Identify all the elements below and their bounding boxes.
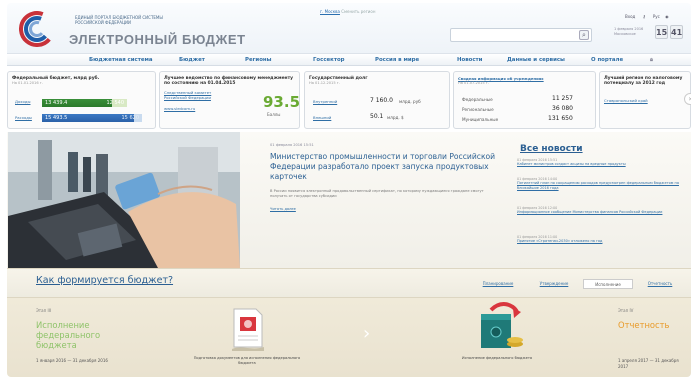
income-value: 13 439.4	[45, 100, 68, 106]
tab-planning[interactable]: Планирование	[473, 279, 523, 289]
tab-execution[interactable]: Исполнение	[583, 279, 633, 289]
treasury-safe-icon[interactable]	[467, 300, 527, 354]
expense-plan: 15 620	[121, 115, 140, 121]
income-bar: 13 439.4 12 540	[42, 99, 127, 107]
next-arrow-icon[interactable]: ›	[684, 93, 691, 105]
region-selector: г. Москва Сменить регион	[320, 9, 375, 14]
date-line-1: 1 февраля 2016	[614, 27, 644, 31]
institutions-row-value: 11 257	[552, 95, 573, 102]
stage-right-date: 1 апреля 2017 — 31 декабря 2017	[618, 358, 679, 369]
document-icon[interactable]	[222, 303, 272, 353]
news-item-title[interactable]: Принятие «Стратегии-2030» отложено на го…	[517, 239, 691, 244]
stage-exec-caption: Исполнение федерального бюджета	[461, 356, 533, 360]
nav-item-data-services[interactable]: Данные и сервисы	[507, 57, 565, 63]
main-news-headline[interactable]: Министерство промышленности и торговли Р…	[270, 152, 500, 182]
search-icon[interactable]: ⌕	[579, 30, 589, 40]
debt-inner-value: 7 160.0	[370, 97, 393, 104]
nav-item-news[interactable]: Новости	[457, 57, 482, 63]
portal-line-2: РОССИЙСКОЙ ФЕДЕРАЦИИ	[75, 20, 132, 25]
stage-right-name[interactable]: Отчетность	[618, 320, 669, 330]
debt-outer-value: 50.1	[370, 113, 384, 120]
news-item[interactable]: 01 февраля 2016 14:00 Пятилетний план по…	[517, 177, 691, 190]
nav-item-budget[interactable]: Бюджет	[179, 57, 205, 63]
news-item[interactable]: 01 февраля 2016 11:00 Принятие «Стратеги…	[517, 235, 691, 244]
institutions-row-value: 131 650	[548, 115, 573, 122]
debt-outer-unit: млрд. $	[387, 115, 404, 120]
stage-left-date: 1 января 2016 — 31 декабря 2016	[36, 358, 108, 363]
finmgmt-score: 93.5	[263, 93, 301, 111]
budget-process-bar: Как формируется бюджет? Планирование Утв…	[7, 268, 691, 298]
news-item[interactable]: 01 февраля 2016 15:51 Кабинет министров …	[517, 158, 691, 167]
debt-inner-link[interactable]: Внутренний	[313, 99, 337, 104]
debt-outer-link[interactable]: Внешний	[313, 115, 331, 120]
finmgmt-title: Лучшее ведомство по финансовому менеджме…	[164, 76, 293, 86]
budget-stages: Этап III Исполнение федерального бюджета…	[7, 298, 691, 377]
nav-item-about[interactable]: О портале	[591, 57, 623, 63]
header: ЕДИНЫЙ ПОРТАЛ БЮДЖЕТНОЙ СИСТЕМЫ РОССИЙСК…	[7, 3, 691, 53]
stage-doc-caption: Подготовка документов для исполнения фед…	[193, 356, 301, 365]
debt-inner-unit: млрд. руб	[399, 99, 421, 104]
tax-title: Лучший регион по налоговому потенциалу з…	[604, 76, 683, 86]
news-photo[interactable]	[8, 132, 240, 268]
institutions-date: На 01.07.2015 г.	[458, 81, 489, 85]
main-nav: Бюджетная система Бюджет Регионы Госсект…	[7, 53, 691, 66]
institutions-row-value: 36 080	[552, 105, 573, 112]
income-plan: 12 540	[106, 100, 125, 106]
institutions-row-label: Муниципальные	[462, 117, 499, 122]
nav-item-budget-system[interactable]: Бюджетная система	[89, 57, 153, 63]
payment-terminal-image	[8, 132, 240, 268]
key-icon[interactable]: ⚷	[643, 14, 646, 19]
lock-icon[interactable]: 🔒︎	[650, 57, 653, 64]
accessibility-icon[interactable]: ◉	[665, 14, 669, 19]
date-block: 1 февраля 2016 Московское	[614, 27, 643, 36]
portal-subtitle: ЕДИНЫЙ ПОРТАЛ БЮДЖЕТНОЙ СИСТЕМЫ РОССИЙСК…	[75, 15, 195, 25]
nav-item-regions[interactable]: Регионы	[245, 57, 272, 63]
change-region-link[interactable]: Сменить регион	[341, 9, 375, 14]
finmgmt-score-label: Баллы	[267, 112, 281, 117]
city-link[interactable]: г. Москва	[320, 9, 340, 14]
date-line-2: Московское	[614, 31, 636, 36]
institutions-row-label: Региональные	[462, 107, 494, 112]
news-item-title[interactable]: Информационное сообщение Министерства фи…	[517, 210, 691, 215]
login-link[interactable]: Вход	[625, 14, 635, 19]
budget-logo-icon[interactable]	[19, 11, 55, 47]
main-news-text: В России появится электронный продовольс…	[270, 189, 484, 198]
expense-bar: 15 493.5 15 620	[42, 114, 142, 122]
debt-date: На 01.12.2015 г.	[309, 81, 340, 85]
language-link[interactable]: Рус	[653, 14, 660, 19]
all-news-link[interactable]: Все новости	[520, 144, 583, 154]
federal-budget-date: На 01.01.2016 г.	[12, 81, 43, 85]
expense-link[interactable]: Расходы	[15, 115, 32, 120]
budget-process-title[interactable]: Как формируется бюджет?	[36, 275, 173, 286]
institutions-row-label: Федеральные	[462, 97, 493, 102]
nav-item-public-sector[interactable]: Госсектор	[313, 57, 345, 63]
read-more-link[interactable]: Читать далее	[270, 207, 296, 212]
tax-link[interactable]: Ставропольский край	[604, 98, 686, 103]
news-item-title[interactable]: Пятилетний план по сокращению расходов п…	[517, 181, 691, 190]
nav-item-russia-world[interactable]: Россия в мире	[375, 57, 419, 63]
main-news-date: 01 февраля 2016 15:51	[270, 143, 314, 147]
tab-reporting[interactable]: Отчетность	[637, 279, 683, 289]
tax-widget: Лучший регион по налоговому потенциалу з…	[599, 71, 691, 129]
clock-hours: 15	[655, 25, 668, 39]
stage-left-label: Этап III	[36, 308, 51, 313]
search-input[interactable]: ⌕	[450, 28, 592, 42]
stage-left-name[interactable]: Исполнение федерального бюджета	[36, 320, 116, 350]
news-item-title[interactable]: Кабинет министров создаст акцизы на вред…	[517, 162, 691, 167]
news-item[interactable]: 01 февраля 2016 12:00 Информационное соо…	[517, 206, 691, 215]
portal-page: ЕДИНЫЙ ПОРТАЛ БЮДЖЕТНОЙ СИСТЕМЫ РОССИЙСК…	[7, 3, 691, 377]
expense-value: 15 493.5	[45, 115, 68, 121]
brand-title[interactable]: ЭЛЕКТРОННЫЙ БЮДЖЕТ	[69, 32, 246, 47]
chevron-right-icon: ›	[363, 323, 371, 344]
tab-approval[interactable]: Утверждение	[529, 279, 579, 289]
income-link[interactable]: Доходы	[15, 99, 30, 104]
clock-minutes: 41	[670, 25, 683, 39]
utility-bar: Вход ⚷ Рус ◉	[625, 14, 669, 19]
stage-right-label: Этап IV	[618, 308, 634, 313]
